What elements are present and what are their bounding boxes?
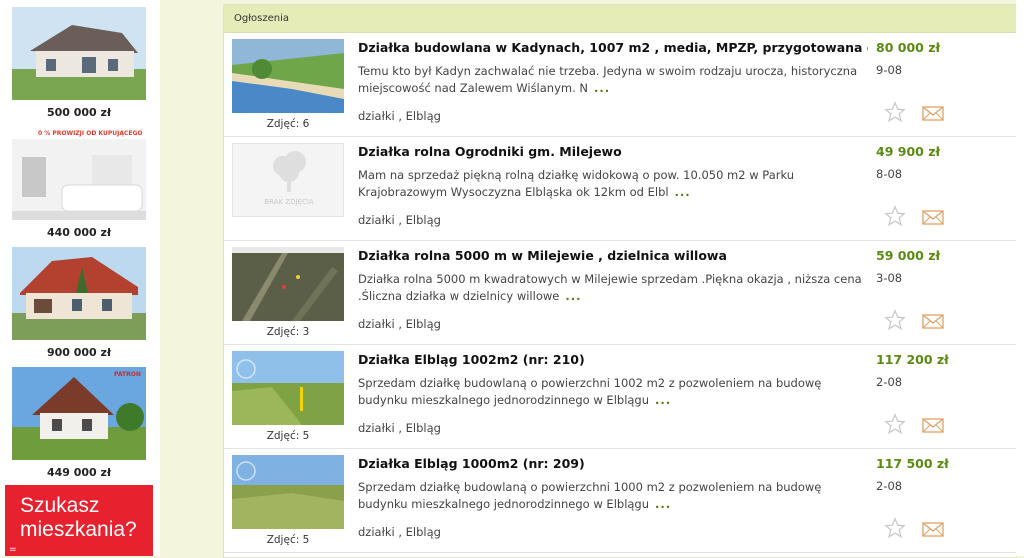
- listing-photo[interactable]: [232, 247, 344, 321]
- star-icon[interactable]: [884, 205, 906, 227]
- read-more-link[interactable]: ...: [565, 289, 581, 303]
- listing-date: 2-08: [876, 375, 903, 389]
- house-photo[interactable]: [12, 7, 146, 100]
- listing-price: 117 500 zł: [876, 456, 949, 471]
- panel-header: Ogłoszenia: [224, 5, 1016, 33]
- promo-price: 500 000 zł: [46, 106, 112, 119]
- listing-date: 2-08: [876, 479, 903, 493]
- listing-description: Sprzedam działkę budowlaną o powierzchni…: [358, 480, 822, 511]
- promo-badge: PATRON: [114, 371, 141, 378]
- listing-category: działki , Elbląg: [358, 109, 441, 123]
- photo-count: Zdjęć: 5: [266, 430, 310, 442]
- listing-date: 9-08: [876, 63, 903, 77]
- read-more-link[interactable]: ...: [675, 185, 691, 199]
- listing-row[interactable]: Zdjęć: 5 Działka Elbląg 1000m2 (nr: 209)…: [224, 449, 1016, 553]
- read-more-link[interactable]: ...: [655, 393, 671, 407]
- envelope-icon[interactable]: [922, 106, 944, 121]
- listing-row[interactable]: Zdjęć: 6 Działka budowlana w Kadynach, 1…: [224, 33, 1016, 137]
- listing-price: 117 200 zł: [876, 352, 949, 367]
- listing-price: 49 900 zł: [876, 144, 941, 159]
- star-icon[interactable]: [884, 101, 906, 123]
- no-photo-placeholder[interactable]: BRAK ZDJĘCIA: [232, 143, 344, 217]
- promoted-offers-column: 500 000 zł 0 % PROWIZJI OD KUPUJĄCEGO 44…: [0, 0, 160, 556]
- listing-title[interactable]: Działka Elbląg 1000m2 (nr: 209): [358, 456, 868, 471]
- listing-title[interactable]: Działka rolna Ogrodniki gm. Milejewo: [358, 144, 868, 159]
- listing-photo[interactable]: [232, 455, 344, 529]
- listings-panel: Ogłoszenia Zdjęć: 6 Działka budowlana w …: [223, 4, 1017, 558]
- listing-row[interactable]: Zdjęć: 5 Działka Elbląg 1002m2 (nr: 210)…: [224, 345, 1016, 449]
- right-edge: [1016, 0, 1024, 556]
- promo-price: 449 000 zł: [46, 466, 112, 479]
- photo-count: Zdjęć: 3: [266, 326, 310, 338]
- read-more-link[interactable]: ...: [655, 497, 671, 511]
- listing-description: Mam na sprzedaż piękną rolną działkę wid…: [358, 168, 795, 199]
- interior-photo[interactable]: 0 % PROWIZJI OD KUPUJĄCEGO: [12, 127, 146, 220]
- photo-count: Zdjęć: 5: [266, 534, 310, 546]
- star-icon[interactable]: [884, 413, 906, 435]
- envelope-icon[interactable]: [922, 522, 944, 537]
- listing-title[interactable]: Działka Elbląg 1002m2 (nr: 210): [358, 352, 868, 367]
- listing-category: działki , Elbląg: [358, 525, 441, 539]
- listing-date: 3-08: [876, 271, 903, 285]
- promo-offer-4[interactable]: PATRON 449 000 zł: [12, 367, 146, 479]
- listing-row[interactable]: BRAK ZDJĘCIA Działka rolna Ogrodniki gm.…: [224, 137, 1016, 241]
- promo-badge: 0 % PROWIZJI OD KUPUJĄCEGO: [38, 130, 143, 137]
- banner-text: Szukasz mieszkania?: [20, 494, 137, 541]
- listing-category: działki , Elbląg: [358, 317, 441, 331]
- banner-mark: =: [9, 545, 17, 555]
- promo-price: 440 000 zł: [46, 226, 112, 239]
- no-photo-label: BRAK ZDJĘCIA: [264, 198, 314, 206]
- listing-row[interactable]: Zdjęć: 3 Działka rolna 5000 m w Milejewi…: [224, 241, 1016, 345]
- envelope-icon[interactable]: [922, 418, 944, 433]
- photo-count: Zdjęć: 6: [266, 118, 310, 130]
- promo-offer-2[interactable]: 0 % PROWIZJI OD KUPUJĄCEGO 440 000 zł: [12, 127, 146, 239]
- house-photo[interactable]: PATRON: [12, 367, 146, 460]
- listing-photo[interactable]: [232, 351, 344, 425]
- listing-title[interactable]: Działka budowlana w Kadynach, 1007 m2 , …: [358, 40, 868, 55]
- tree-icon: [273, 151, 306, 192]
- house-photo[interactable]: [12, 247, 146, 340]
- promo-offer-3[interactable]: 900 000 zł: [12, 247, 146, 359]
- read-more-link[interactable]: ...: [594, 81, 610, 95]
- listing-photo[interactable]: [232, 39, 344, 113]
- listing-date: 8-08: [876, 167, 903, 181]
- star-icon[interactable]: [884, 309, 906, 331]
- promo-price: 900 000 zł: [46, 346, 112, 359]
- listing-price: 80 000 zł: [876, 40, 941, 55]
- listing-description: Działka rolna 5000 m kwadratowych w Mile…: [358, 272, 862, 303]
- listing-description: Temu kto był Kadyn zachwalać nie trzeba.…: [358, 64, 858, 95]
- promo-offer-1[interactable]: 500 000 zł: [12, 7, 146, 119]
- listing-category: działki , Elbląg: [358, 213, 441, 227]
- listing-title[interactable]: Działka rolna 5000 m w Milejewie , dziel…: [358, 248, 868, 263]
- listing-price: 59 000 zł: [876, 248, 941, 263]
- listing-category: działki , Elbląg: [358, 421, 441, 435]
- star-icon[interactable]: [884, 517, 906, 539]
- envelope-icon[interactable]: [922, 210, 944, 225]
- listing-description: Sprzedam działkę budowlaną o powierzchni…: [358, 376, 822, 407]
- envelope-icon[interactable]: [922, 314, 944, 329]
- search-apartment-banner[interactable]: Szukasz mieszkania? =: [5, 485, 153, 556]
